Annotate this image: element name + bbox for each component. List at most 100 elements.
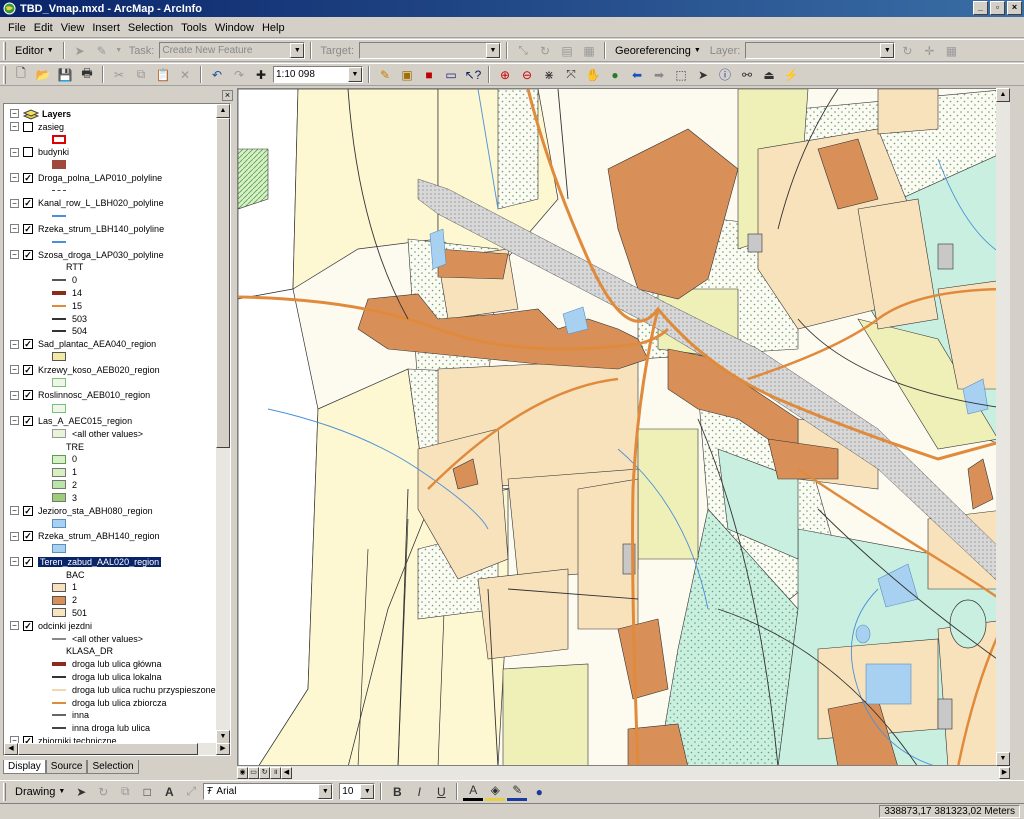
layer-name[interactable]: Kanal_row_L_LBH020_polyline [38,198,164,208]
split-tool-icon[interactable]: ⤡ [513,41,533,60]
sketch-properties-icon[interactable]: ▦ [579,41,599,60]
layers-root[interactable]: − Layers [10,107,71,120]
identify-icon[interactable]: ⓘ [715,65,735,84]
layer-name[interactable]: Las_A_AEC015_region [38,416,132,426]
font-select[interactable]: Ŧ Arial ▼ [203,783,334,800]
select-features-icon[interactable]: ⬚ [671,65,691,84]
scroll-down-icon[interactable]: ▼ [996,752,1010,766]
collapse-icon[interactable]: − [10,173,19,183]
layer-visibility-checkbox[interactable]: ✓ [23,198,33,209]
layer-select[interactable]: ▼ [745,42,896,59]
collapse-icon[interactable]: − [10,416,19,426]
measure-icon[interactable]: ⏏ [759,65,779,84]
restore-button[interactable]: ▫ [990,1,1005,15]
scroll-down-icon[interactable]: ▼ [216,730,230,744]
toc-layer[interactable]: − ✓ Roslinnosc_AEB010_region [10,389,150,402]
forward-extent-icon[interactable]: ➡ [649,65,669,84]
layer-name[interactable]: zasieg [38,122,64,132]
attributes-icon[interactable]: ▤ [557,41,577,60]
layer-visibility-checkbox[interactable]: ✓ [23,620,33,631]
whats-this-help-icon[interactable]: ↖? [463,65,483,84]
link-table-icon[interactable]: ▦ [941,41,961,60]
target-select[interactable]: ▼ [359,42,502,59]
toc-layer[interactable]: − ✓ Teren_zabud_AAL020_region [10,555,162,568]
menu-file[interactable]: File [4,20,30,36]
sketch-tool-icon[interactable]: ✎ [92,41,112,60]
close-button[interactable]: × [1007,1,1022,15]
undo-icon[interactable]: ↶ [207,65,227,84]
scroll-left-icon[interactable]: ◀ [4,743,18,755]
copy-icon[interactable]: ⧉ [131,65,151,84]
new-text-icon[interactable]: A [159,782,179,801]
delete-icon[interactable]: ✕ [175,65,195,84]
toc-layer[interactable]: − ✓ odcinki jezdni [10,619,92,632]
map-canvas[interactable] [238,89,1010,766]
drawing-menu-button[interactable]: Drawing ▼ [11,786,69,798]
collapse-icon[interactable]: − [10,339,19,349]
add-data-icon[interactable]: ✚ [251,65,271,84]
collapse-icon[interactable]: − [10,506,19,515]
georeferencing-menu-button[interactable]: Georeferencing ▼ [611,45,705,57]
refresh-icon[interactable]: ↻ [259,767,270,779]
toc-layer[interactable]: − ✓ Rzeka_strum_ABH140_region [10,530,160,543]
bold-icon[interactable]: B [387,782,407,801]
layer-name[interactable]: Rzeka_strum_ABH140_region [38,531,160,541]
scroll-up-icon[interactable]: ▲ [996,88,1010,102]
fixed-zoom-out-icon[interactable]: ⤧ [561,65,581,84]
editor-menu-button[interactable]: Editor ▼ [11,45,58,57]
layer-visibility-checkbox[interactable]: ✓ [23,223,33,234]
full-extent-globe-icon[interactable]: ● [605,65,625,84]
rectangle-icon[interactable]: □ [137,782,157,801]
select-elements-icon[interactable]: ➤ [71,782,91,801]
zoom-out-icon[interactable]: ⊖ [517,65,537,84]
toc-layer[interactable]: − ✓ Kanal_row_L_LBH020_polyline [10,197,164,210]
command-line-icon[interactable]: ▭ [441,65,461,84]
edit-vertices-icon[interactable]: ⤢ [181,782,201,801]
save-icon[interactable]: 💾 [55,65,75,84]
toc-layer[interactable]: − ✓ Las_A_AEC015_region [10,414,132,427]
layer-name[interactable]: Jezioro_sta_ABH080_region [38,506,153,516]
tab-selection[interactable]: Selection [87,760,139,774]
scroll-thumb[interactable] [18,743,198,755]
toolbar-grip[interactable] [3,65,6,84]
collapse-icon[interactable]: − [10,109,19,118]
fixed-zoom-in-icon[interactable]: ⋇ [539,65,559,84]
rotate-icon[interactable]: ↻ [93,782,113,801]
zoom-in-icon[interactable]: ⊕ [495,65,515,84]
find-binoculars-icon[interactable]: ⚯ [737,65,757,84]
edit-tool-icon[interactable]: ➤ [70,41,90,60]
layer-visibility-checkbox[interactable]: ✓ [23,339,33,350]
layer-name[interactable]: Sad_plantac_AEA040_region [38,339,156,349]
font-color-icon[interactable]: A [463,782,484,801]
scroll-up-icon[interactable]: ▲ [216,104,230,118]
collapse-icon[interactable]: − [10,531,19,541]
underline-icon[interactable]: U [431,782,451,801]
tab-display[interactable]: Display [3,760,46,774]
collapse-icon[interactable]: − [10,250,19,259]
scroll-left-icon[interactable]: ◀ [281,767,292,779]
collapse-icon[interactable]: − [10,122,19,131]
map-horizontal-scrollbar[interactable]: ◉ ▭ ↻ ॥ ◀ ▶ [237,766,1010,780]
layer-visibility-checkbox[interactable]: ✓ [23,415,33,426]
menu-edit[interactable]: Edit [30,20,57,36]
select-elements-icon[interactable]: ➤ [693,65,713,84]
collapse-icon[interactable]: − [10,365,19,375]
toc-layer[interactable]: − ✓ Krzewy_koso_AEB020_region [10,363,160,376]
zoom-whole-page-icon[interactable]: ⧉ [115,782,135,801]
open-folder-icon[interactable]: 📂 [33,65,53,84]
font-size-select[interactable]: 10 ▼ [339,783,376,800]
hyperlink-icon[interactable]: ⚡ [781,65,801,84]
collapse-icon[interactable]: − [10,557,19,567]
layer-name[interactable]: Szosa_droga_LAP030_polyline [38,250,164,260]
layer-visibility-checkbox[interactable]: ✓ [23,172,33,183]
marker-color-icon[interactable]: ● [529,782,549,801]
scroll-right-icon[interactable]: ▶ [999,767,1010,779]
layer-name[interactable]: odcinki jezdni [38,621,92,631]
toc-layer[interactable]: − zasieg [10,120,64,133]
menu-selection[interactable]: Selection [124,20,177,36]
toc-layer[interactable]: − ✓ Szosa_droga_LAP030_polyline [10,248,164,261]
rotate-map-icon[interactable]: ↻ [897,41,917,60]
layer-name[interactable]: Roslinnosc_AEB010_region [38,390,150,400]
layer-visibility-checkbox[interactable]: ✓ [23,531,33,542]
map-scale-select[interactable]: 1:10 098 ▼ [273,66,363,83]
